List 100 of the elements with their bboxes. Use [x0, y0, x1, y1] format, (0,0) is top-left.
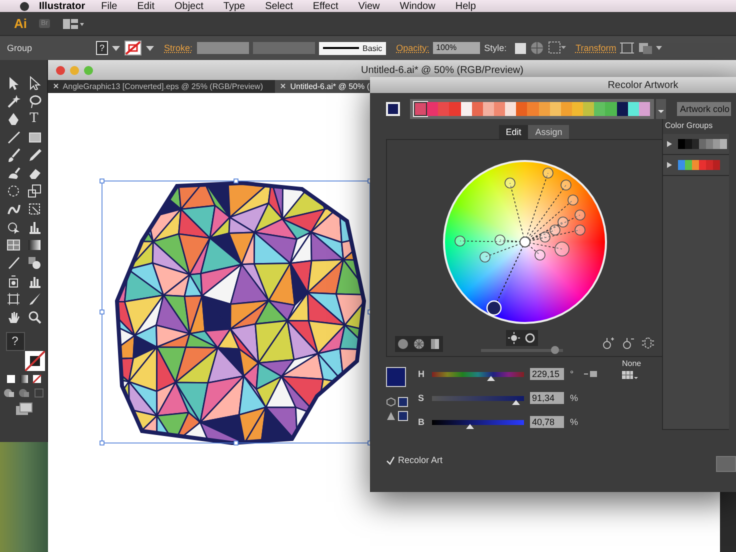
blend-icon[interactable] [26, 256, 42, 270]
color-swatch[interactable] [638, 102, 650, 116]
dialog-tab[interactable]: Edit [498, 125, 528, 139]
fill-swatch[interactable]: ? [96, 41, 108, 55]
gradient-mode-icon[interactable] [18, 374, 28, 384]
line-icon[interactable] [6, 130, 20, 144]
color-swatch[interactable] [538, 102, 550, 116]
color-swatch[interactable] [572, 102, 584, 116]
none-mode-icon[interactable] [32, 374, 42, 384]
web-color-swatch[interactable] [398, 397, 408, 407]
close-icon[interactable] [53, 83, 59, 89]
menu-item[interactable]: Edit [137, 0, 154, 12]
color-swatch[interactable] [414, 102, 428, 116]
free-transform-icon[interactable] [26, 202, 42, 216]
stroke-swatch-icon[interactable] [24, 351, 44, 371]
menu-item[interactable]: Window [400, 0, 436, 12]
value-field[interactable]: 40,78 [530, 416, 564, 428]
stroke-link[interactable]: Stroke: [164, 43, 193, 53]
color-mode-icon[interactable] [6, 374, 16, 384]
transform-link[interactable]: Transform [576, 43, 616, 53]
color-mode-menu-icon[interactable] [584, 370, 598, 378]
dropdown-arrow-icon[interactable] [112, 45, 120, 51]
column-graph-icon[interactable] [26, 274, 42, 288]
isolate-icon[interactable] [620, 41, 634, 55]
color-swatch[interactable] [482, 102, 494, 116]
stroke-swatch-icon[interactable] [124, 40, 142, 56]
magic-wand-icon[interactable] [6, 94, 20, 108]
blob-brush-icon[interactable] [6, 166, 20, 180]
menu-item[interactable]: Select [265, 0, 293, 12]
dialog-tab[interactable]: Assign [528, 125, 570, 139]
color-swatch[interactable] [527, 102, 539, 116]
style-swatch[interactable] [514, 42, 526, 54]
color-swatch[interactable] [605, 102, 617, 116]
color-swatch[interactable] [516, 102, 528, 116]
close-button[interactable] [56, 66, 65, 74]
menu-item[interactable]: File [101, 0, 118, 12]
gamut-color-swatch[interactable] [398, 411, 408, 421]
color-swatch[interactable] [438, 102, 450, 116]
color-swatch[interactable] [550, 102, 561, 116]
slider-thumb[interactable] [466, 424, 474, 428]
slider-thumb[interactable] [512, 400, 520, 404]
saturation-icon[interactable] [523, 331, 537, 345]
color-swatch[interactable] [583, 102, 594, 116]
disclosure-triangle-icon[interactable] [667, 141, 672, 147]
variable-width-field[interactable] [252, 42, 315, 54]
current-color-swatch[interactable] [386, 102, 400, 116]
menu-item[interactable]: Effect [312, 0, 338, 12]
color-swatch[interactable] [616, 102, 628, 116]
gradient-icon[interactable] [26, 238, 42, 252]
color-swatch[interactable] [505, 102, 516, 116]
close-icon[interactable] [280, 83, 286, 89]
eraser-icon[interactable] [26, 166, 42, 180]
disclosure-triangle-icon[interactable] [667, 162, 672, 168]
opacity-field[interactable]: 100% [433, 42, 480, 54]
warp-icon[interactable] [6, 202, 20, 216]
remove-marker-icon[interactable] [621, 336, 635, 350]
menu-item[interactable]: Type [223, 0, 246, 12]
stroke-weight-field[interactable] [196, 42, 249, 54]
active-color-swatch[interactable] [386, 367, 406, 387]
mesh-icon[interactable] [6, 238, 20, 252]
menu-item[interactable]: Illustrator [39, 0, 86, 12]
shape-builder-icon[interactable] [6, 220, 20, 234]
arrange-icon[interactable] [638, 41, 664, 55]
menu-item[interactable]: View [358, 0, 380, 12]
screen-mode-icon[interactable] [14, 402, 32, 416]
align-icon[interactable] [548, 41, 566, 55]
color-swatch[interactable] [560, 102, 572, 116]
value-field[interactable]: 91,34 [530, 392, 564, 404]
hand-icon[interactable] [6, 310, 20, 324]
add-marker-icon[interactable] [601, 336, 615, 350]
layout-grid-icon[interactable] [62, 16, 84, 30]
dropdown-arrow-icon[interactable] [146, 45, 154, 51]
dropdown-arrow-icon[interactable] [656, 99, 666, 119]
color-swatch[interactable] [628, 102, 639, 116]
artwork-colors-button[interactable]: Artwork colo [677, 102, 731, 116]
magnifier-icon[interactable] [26, 310, 42, 324]
color-swatch[interactable] [472, 102, 483, 116]
color-swatch[interactable] [449, 102, 461, 116]
color-bars-icon[interactable] [428, 337, 442, 351]
recolor-art-checkbox[interactable]: Recolor Art [386, 455, 443, 465]
value-field[interactable]: 229,15 [530, 368, 564, 380]
fill-swatch[interactable]: ? [6, 332, 24, 351]
pencil-icon[interactable] [26, 148, 42, 162]
rotate-icon[interactable] [6, 184, 20, 198]
type-tool[interactable]: T [30, 112, 38, 126]
menu-item[interactable]: Help [455, 0, 476, 12]
menu-item[interactable]: Object [174, 0, 204, 12]
color-swatch[interactable] [494, 102, 506, 116]
sun-icon[interactable] [507, 331, 521, 345]
rectangle-icon[interactable] [26, 130, 42, 144]
segmented-wheel-icon[interactable] [412, 337, 426, 351]
knife-icon[interactable] [26, 292, 42, 306]
color-swatch[interactable] [460, 102, 472, 116]
pen-nib-icon[interactable] [6, 112, 20, 126]
color-swatch[interactable] [594, 102, 606, 116]
brush-definition-field[interactable]: Basic [318, 42, 386, 54]
opacity-link[interactable]: Opacity: [396, 43, 430, 53]
swatch-library-icon[interactable] [622, 370, 638, 380]
scale-icon[interactable] [26, 184, 42, 198]
paintbrush-icon[interactable] [6, 148, 20, 162]
